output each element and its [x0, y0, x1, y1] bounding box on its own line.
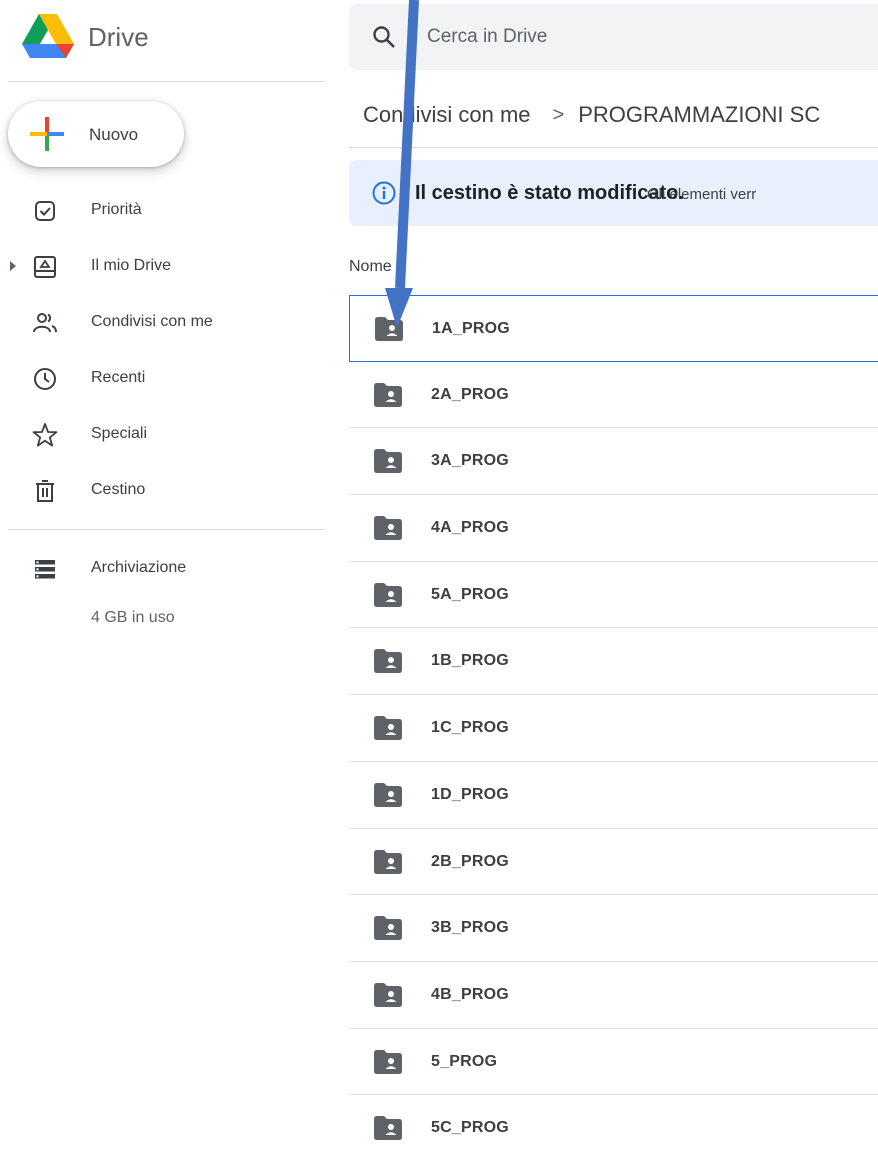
file-row[interactable]: 5_PROG — [349, 1029, 878, 1096]
file-name: 4B_PROG — [431, 985, 509, 1003]
file-name: 5C_PROG — [431, 1119, 509, 1137]
file-name: 1D_PROG — [431, 785, 509, 803]
shared-folder-icon — [374, 849, 402, 874]
file-row[interactable]: 2A_PROG — [349, 362, 878, 429]
my-drive-icon — [34, 256, 56, 278]
sidebar-item-my-drive[interactable]: Il mio Drive — [0, 246, 326, 286]
content-divider — [349, 147, 878, 148]
breadcrumb-shared-with-me[interactable]: Condivisi con me — [363, 102, 531, 128]
shared-folder-icon — [374, 782, 402, 807]
file-name: 5_PROG — [431, 1052, 498, 1070]
search-bar[interactable] — [349, 4, 878, 70]
sidebar-item-label: Priorità — [91, 201, 142, 218]
sidebar-item-trash[interactable]: Cestino — [0, 470, 326, 510]
file-row[interactable]: 5A_PROG — [349, 562, 878, 629]
drive-window: Drive Nuovo Priorità Il mio Drive Condiv… — [0, 0, 878, 1155]
breadcrumb: Condivisi con me > PROGRAMMAZIONI SC — [363, 101, 820, 131]
app-title: Drive — [88, 22, 149, 52]
trash-icon — [36, 480, 54, 502]
file-row[interactable]: 3A_PROG — [349, 428, 878, 496]
file-name: 3B_PROG — [431, 919, 509, 937]
shared-icon — [33, 313, 57, 333]
plus-icon — [30, 117, 64, 151]
file-list: 1A_PROG 2A_PROG 3A_PROG 4A_PROG 5A_PROG 1B_PR… — [349, 295, 878, 1155]
sidebar-item-priority[interactable]: Priorità — [0, 190, 326, 230]
sidebar-item-label: Archiviazione — [91, 559, 187, 576]
sidebar-item-recent[interactable]: Recenti — [0, 358, 326, 398]
info-banner: Il cestino è stato modificato. Gli eleme… — [349, 160, 878, 226]
file-name: 1C_PROG — [431, 719, 509, 737]
new-button[interactable]: Nuovo — [8, 101, 184, 167]
sidebar-divider — [8, 529, 326, 530]
clock-icon — [34, 368, 56, 390]
file-row[interactable]: 1A_PROG — [349, 295, 878, 362]
search-input[interactable] — [427, 22, 867, 52]
priority-icon — [35, 201, 55, 221]
file-name: 3A_PROG — [431, 452, 509, 470]
file-row[interactable]: 4A_PROG — [349, 495, 878, 562]
sidebar-item-storage[interactable]: Archiviazione — [0, 548, 326, 588]
star-icon — [32, 423, 58, 447]
banner-title: Il cestino è stato modificato. — [415, 182, 684, 204]
sidebar-item-label: Speciali — [91, 425, 148, 442]
file-row[interactable]: 4B_PROG — [349, 962, 878, 1029]
new-button-label: Nuovo — [89, 125, 139, 144]
shared-folder-icon — [374, 716, 402, 741]
storage-icon — [35, 560, 55, 579]
info-icon — [372, 181, 396, 205]
sidebar-item-label: Il mio Drive — [91, 257, 172, 274]
expand-caret-icon[interactable] — [10, 261, 16, 271]
file-name: 2B_PROG — [431, 852, 509, 870]
header-divider — [8, 81, 326, 82]
file-row[interactable]: 3B_PROG — [349, 895, 878, 962]
column-header-name[interactable]: Nome — [349, 258, 392, 276]
shared-folder-icon — [374, 1049, 402, 1074]
shared-folder-icon — [374, 916, 402, 941]
storage-usage-text: 4 GB in uso — [91, 609, 175, 626]
file-row[interactable]: 2B_PROG — [349, 829, 878, 896]
sidebar-item-label: Cestino — [91, 481, 146, 498]
file-name: 5A_PROG — [431, 585, 509, 603]
shared-folder-icon — [374, 649, 402, 674]
sidebar-item-label: Recenti — [91, 369, 146, 386]
shared-folder-icon — [374, 382, 402, 407]
shared-folder-icon — [375, 317, 403, 341]
sidebar-item-label: Condivisi con me — [91, 313, 213, 330]
shared-folder-icon — [374, 449, 402, 474]
shared-folder-icon — [374, 1116, 402, 1141]
file-name: 1B_PROG — [431, 652, 509, 670]
google-drive-logo-icon[interactable] — [22, 14, 74, 60]
search-icon[interactable] — [371, 24, 397, 50]
shared-folder-icon — [374, 516, 402, 541]
file-row[interactable]: 1B_PROG — [349, 628, 878, 696]
file-name: 4A_PROG — [431, 519, 509, 537]
breadcrumb-current-folder[interactable]: PROGRAMMAZIONI SC — [578, 102, 820, 128]
sidebar-item-shared-with-me[interactable]: Condivisi con me — [0, 302, 326, 342]
breadcrumb-separator-icon: > — [552, 103, 565, 126]
file-row[interactable]: 1D_PROG — [349, 762, 878, 829]
banner-detail: Gli elementi verr — [647, 186, 757, 203]
file-name: 1A_PROG — [432, 320, 510, 337]
file-name: 2A_PROG — [431, 385, 509, 403]
file-row[interactable]: 5C_PROG — [349, 1095, 878, 1155]
file-row[interactable]: 1C_PROG — [349, 695, 878, 762]
shared-folder-icon — [374, 582, 402, 607]
shared-folder-icon — [374, 982, 402, 1007]
sidebar-item-starred[interactable]: Speciali — [0, 414, 326, 454]
